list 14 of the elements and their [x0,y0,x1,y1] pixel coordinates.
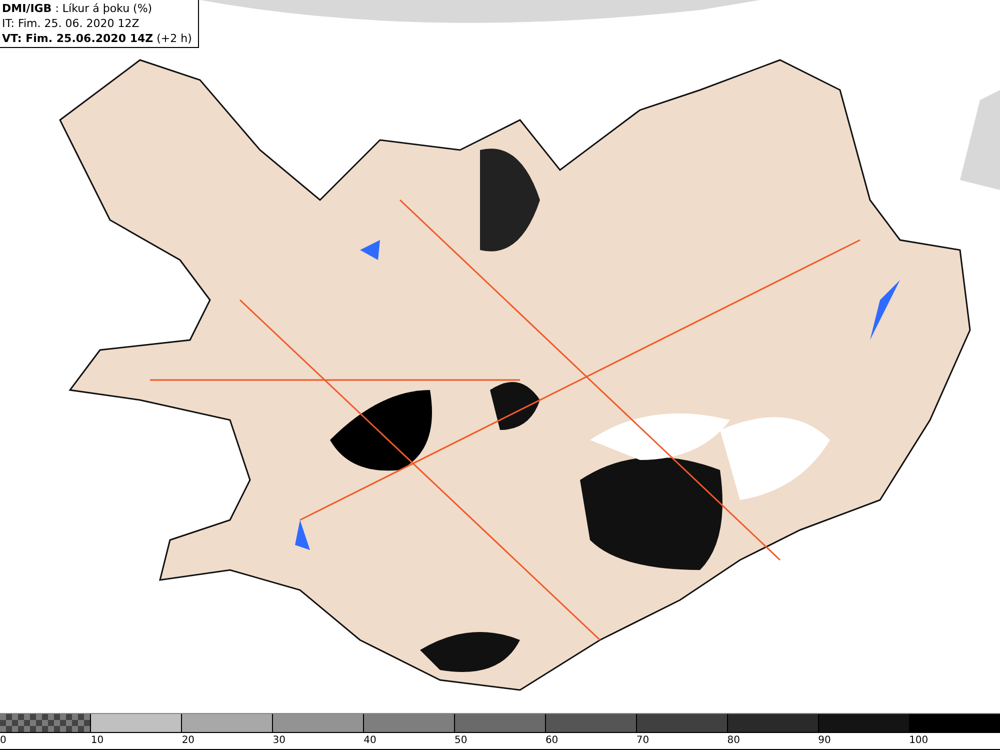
legend-label: 50 [454,735,468,746]
legend-label: 70 [636,735,650,746]
legend-label: 10 [90,735,104,746]
legend-label: 0 [0,735,6,746]
header-text: VT: Fim. 25.06.2020 14Z (+2 h) [2,31,192,46]
legend-label: 40 [364,735,376,746]
header-text: DMI/IGB : Líkur á þoku (%) [2,1,154,16]
legend-label: 90 [818,735,831,746]
legend-label: 30 [272,735,286,746]
legend-label: 80 [727,735,740,746]
legend-label: 60 [545,735,558,746]
legend-label: 100 [909,735,928,746]
legend-label: 20 [182,735,195,746]
header-text: IT: Fim. 25. 06. 2020 12Z [2,16,140,31]
